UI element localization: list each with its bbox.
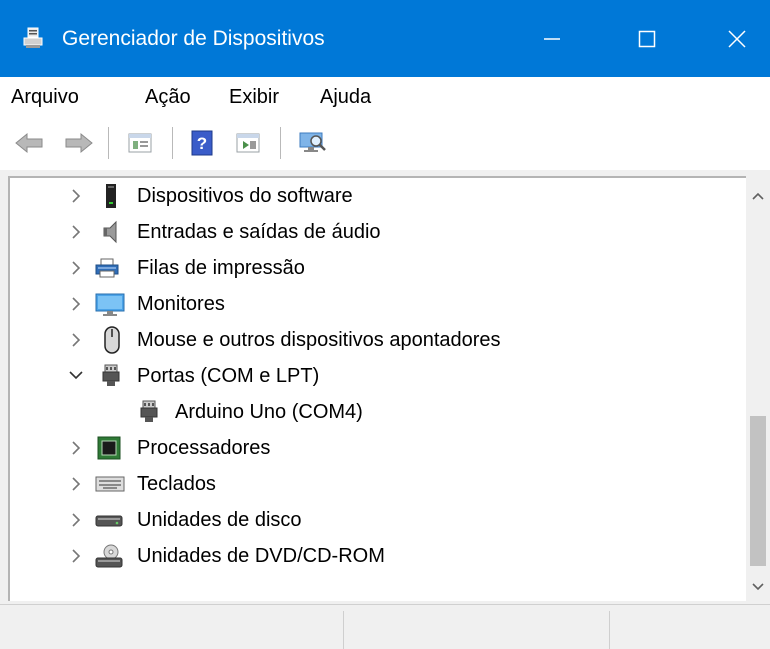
- chevron-up-icon: [752, 192, 764, 200]
- tree-item-teclados[interactable]: Teclados: [10, 466, 746, 502]
- help-icon: ?: [191, 130, 213, 156]
- speaker-icon: [98, 219, 124, 245]
- software-device-icon: [98, 183, 124, 209]
- tree-item-processadores[interactable]: Processadores: [10, 430, 746, 466]
- tree-item-label: Entradas e saídas de áudio: [137, 221, 381, 243]
- toolbar-separator: [280, 127, 281, 159]
- expand-chevron-icon[interactable]: [66, 256, 86, 280]
- tree-item-label: Arduino Uno (COM4): [175, 401, 363, 423]
- properties-icon: [128, 133, 152, 153]
- scan-hardware-icon: [299, 132, 326, 152]
- properties-button[interactable]: [120, 127, 160, 159]
- minimize-button[interactable]: [519, 0, 585, 77]
- tree-item-arduino-uno[interactable]: Arduino Uno (COM4): [10, 394, 746, 430]
- tree-item-unidades-dvd[interactable]: Unidades de DVD/CD-ROM: [10, 538, 746, 574]
- svg-text:?: ?: [197, 134, 207, 153]
- status-bar: [0, 604, 770, 649]
- close-icon: [728, 29, 746, 48]
- collapse-chevron-icon[interactable]: [66, 364, 86, 388]
- help-button[interactable]: ?: [184, 127, 220, 159]
- disk-drive-icon: [95, 507, 123, 533]
- toolbar: ?: [0, 117, 770, 170]
- scan-hardware-button[interactable]: [292, 127, 332, 159]
- tree-item-dispositivos-software[interactable]: Dispositivos do software: [10, 178, 746, 214]
- expand-chevron-icon[interactable]: [66, 472, 86, 496]
- tree-item-mouse[interactable]: Mouse e outros dispositivos apontadores: [10, 322, 746, 358]
- expand-chevron-icon[interactable]: [66, 436, 86, 460]
- monitor-icon: [95, 291, 125, 317]
- tree-item-label: Unidades de disco: [137, 509, 302, 531]
- tree-item-audio[interactable]: Entradas e saídas de áudio: [10, 214, 746, 250]
- menu-arquivo[interactable]: Arquivo: [11, 85, 79, 109]
- mouse-icon: [99, 326, 125, 354]
- expand-chevron-icon[interactable]: [66, 220, 86, 244]
- device-manager-app-icon: [21, 26, 45, 50]
- menu-bar: Arquivo Ação Exibir Ajuda: [0, 77, 770, 117]
- processor-icon: [96, 435, 122, 461]
- minimize-icon: [544, 37, 560, 40]
- forward-button[interactable]: [62, 127, 96, 159]
- back-button[interactable]: [12, 127, 46, 159]
- toolbar-separator: [172, 127, 173, 159]
- update-driver-button[interactable]: [228, 127, 268, 159]
- chevron-down-icon: [752, 583, 764, 591]
- tree-item-monitores[interactable]: Monitores: [10, 286, 746, 322]
- device-tree: Dispositivos do software Entradas e saíd…: [8, 176, 746, 601]
- status-separator: [609, 611, 610, 649]
- scroll-thumb[interactable]: [750, 416, 766, 566]
- maximize-button[interactable]: [614, 0, 680, 77]
- tree-item-label: Processadores: [137, 437, 271, 459]
- tree-item-label: Monitores: [137, 293, 225, 315]
- back-arrow-icon: [15, 132, 43, 154]
- menu-acao[interactable]: Ação: [145, 85, 191, 109]
- port-icon: [98, 363, 124, 389]
- tree-item-portas[interactable]: Portas (COM e LPT): [10, 358, 746, 394]
- tree-item-unidades-disco[interactable]: Unidades de disco: [10, 502, 746, 538]
- toolbar-separator: [108, 127, 109, 159]
- scroll-up-button[interactable]: [746, 186, 770, 206]
- menu-ajuda[interactable]: Ajuda: [320, 85, 371, 109]
- dvd-drive-icon: [95, 543, 123, 569]
- expand-chevron-icon[interactable]: [66, 508, 86, 532]
- keyboard-icon: [95, 471, 125, 497]
- expand-chevron-icon[interactable]: [66, 544, 86, 568]
- printer-icon: [94, 255, 120, 281]
- port-icon: [136, 399, 162, 425]
- expand-chevron-icon[interactable]: [66, 292, 86, 316]
- title-bar: Gerenciador de Dispositivos: [0, 0, 770, 77]
- tree-item-label: Unidades de DVD/CD-ROM: [137, 545, 385, 567]
- menu-exibir[interactable]: Exibir: [229, 85, 279, 109]
- tree-item-label: Filas de impressão: [137, 257, 305, 279]
- forward-arrow-icon: [65, 132, 93, 154]
- scroll-down-button[interactable]: [746, 577, 770, 597]
- tree-item-label: Teclados: [137, 473, 216, 495]
- window-title: Gerenciador de Dispositivos: [62, 27, 325, 50]
- tree-item-label: Portas (COM e LPT): [137, 365, 320, 387]
- close-button[interactable]: [704, 0, 770, 77]
- update-driver-icon: [236, 133, 260, 153]
- tree-item-label: Mouse e outros dispositivos apontadores: [137, 329, 501, 351]
- expand-chevron-icon[interactable]: [66, 184, 86, 208]
- tree-item-label: Dispositivos do software: [137, 185, 353, 207]
- maximize-icon: [638, 30, 656, 47]
- expand-chevron-icon[interactable]: [66, 328, 86, 352]
- vertical-scrollbar[interactable]: [746, 176, 770, 601]
- status-separator: [343, 611, 344, 649]
- tree-item-filas-impressao[interactable]: Filas de impressão: [10, 250, 746, 286]
